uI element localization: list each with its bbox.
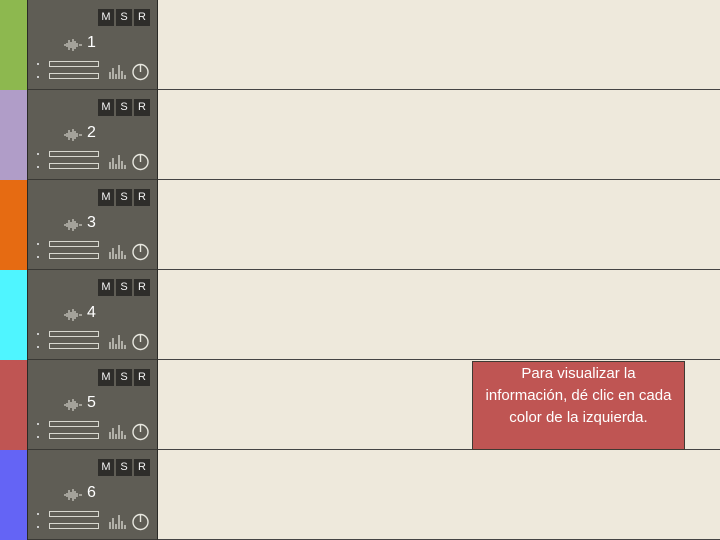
slider-dot [37, 346, 39, 348]
pan-slider[interactable] [49, 253, 99, 259]
waveform-icon [64, 309, 82, 321]
solo-button[interactable]: S [116, 189, 132, 206]
track-number: 2 [87, 124, 96, 141]
track-color-swatch[interactable] [0, 270, 28, 360]
mute-button[interactable]: M [98, 459, 114, 476]
pan-slider[interactable] [49, 523, 99, 529]
power-icon[interactable] [131, 422, 150, 441]
track-color-swatch[interactable] [0, 360, 28, 450]
pan-slider[interactable] [49, 343, 99, 349]
slider-dot [37, 76, 39, 78]
track-header: M S R 3 [28, 180, 158, 270]
slider-dot [37, 423, 39, 425]
track-number: 6 [87, 484, 96, 501]
track-row: M S R 2 [0, 90, 720, 180]
waveform-icon [64, 399, 82, 411]
slider-dot [37, 436, 39, 438]
slider-dot [37, 243, 39, 245]
waveform-icon [64, 489, 82, 501]
track-lane[interactable] [158, 270, 720, 360]
level-meter-icon [109, 515, 126, 529]
track-number: 3 [87, 214, 96, 231]
record-button[interactable]: R [134, 369, 150, 386]
slider-dot [37, 256, 39, 258]
track-row: M S R 6 [0, 450, 720, 540]
track-lane[interactable] [158, 180, 720, 270]
instruction-tooltip: Para visualizar la información, dé clic … [472, 361, 685, 450]
level-meter-icon [109, 155, 126, 169]
slider-dot [37, 166, 39, 168]
track-lane[interactable] [158, 0, 720, 90]
level-meter-icon [109, 245, 126, 259]
waveform-icon [64, 129, 82, 141]
pan-slider[interactable] [49, 433, 99, 439]
waveform-icon [64, 39, 82, 51]
mute-button[interactable]: M [98, 279, 114, 296]
record-button[interactable]: R [134, 189, 150, 206]
track-number: 1 [87, 34, 96, 51]
solo-button[interactable]: S [116, 369, 132, 386]
volume-slider[interactable] [49, 511, 99, 517]
solo-button[interactable]: S [116, 99, 132, 116]
power-icon[interactable] [131, 62, 150, 81]
track-header: M S R 1 [28, 0, 158, 90]
track-row: M S R 3 [0, 180, 720, 270]
track-number: 5 [87, 394, 96, 411]
power-icon[interactable] [131, 242, 150, 261]
volume-slider[interactable] [49, 331, 99, 337]
track-row: M S R 4 [0, 270, 720, 360]
track-number: 4 [87, 304, 96, 321]
track-header: M S R 6 [28, 450, 158, 540]
level-meter-icon [109, 335, 126, 349]
track-lane[interactable] [158, 90, 720, 180]
level-meter-icon [109, 65, 126, 79]
slider-dot [37, 513, 39, 515]
mute-button[interactable]: M [98, 9, 114, 26]
power-icon[interactable] [131, 332, 150, 351]
record-button[interactable]: R [134, 279, 150, 296]
waveform-icon [64, 219, 82, 231]
mute-button[interactable]: M [98, 369, 114, 386]
track-color-swatch[interactable] [0, 450, 28, 540]
solo-button[interactable]: S [116, 279, 132, 296]
slider-dot [37, 333, 39, 335]
track-color-swatch[interactable] [0, 180, 28, 270]
slider-dot [37, 153, 39, 155]
solo-button[interactable]: S [116, 9, 132, 26]
pan-slider[interactable] [49, 163, 99, 169]
record-button[interactable]: R [134, 459, 150, 476]
slider-dot [37, 63, 39, 65]
mute-button[interactable]: M [98, 99, 114, 116]
power-icon[interactable] [131, 512, 150, 531]
record-button[interactable]: R [134, 9, 150, 26]
track-row: M S R 1 [0, 0, 720, 90]
volume-slider[interactable] [49, 61, 99, 67]
volume-slider[interactable] [49, 151, 99, 157]
record-button[interactable]: R [134, 99, 150, 116]
track-color-swatch[interactable] [0, 0, 28, 90]
pan-slider[interactable] [49, 73, 99, 79]
solo-button[interactable]: S [116, 459, 132, 476]
mute-button[interactable]: M [98, 189, 114, 206]
level-meter-icon [109, 425, 126, 439]
track-header: M S R 4 [28, 270, 158, 360]
track-color-swatch[interactable] [0, 90, 28, 180]
power-icon[interactable] [131, 152, 150, 171]
track-lane[interactable] [158, 450, 720, 540]
volume-slider[interactable] [49, 421, 99, 427]
track-header: M S R 5 [28, 360, 158, 450]
tooltip-text: Para visualizar la información, dé clic … [485, 365, 672, 426]
slider-dot [37, 526, 39, 528]
volume-slider[interactable] [49, 241, 99, 247]
track-header: M S R 2 [28, 90, 158, 180]
